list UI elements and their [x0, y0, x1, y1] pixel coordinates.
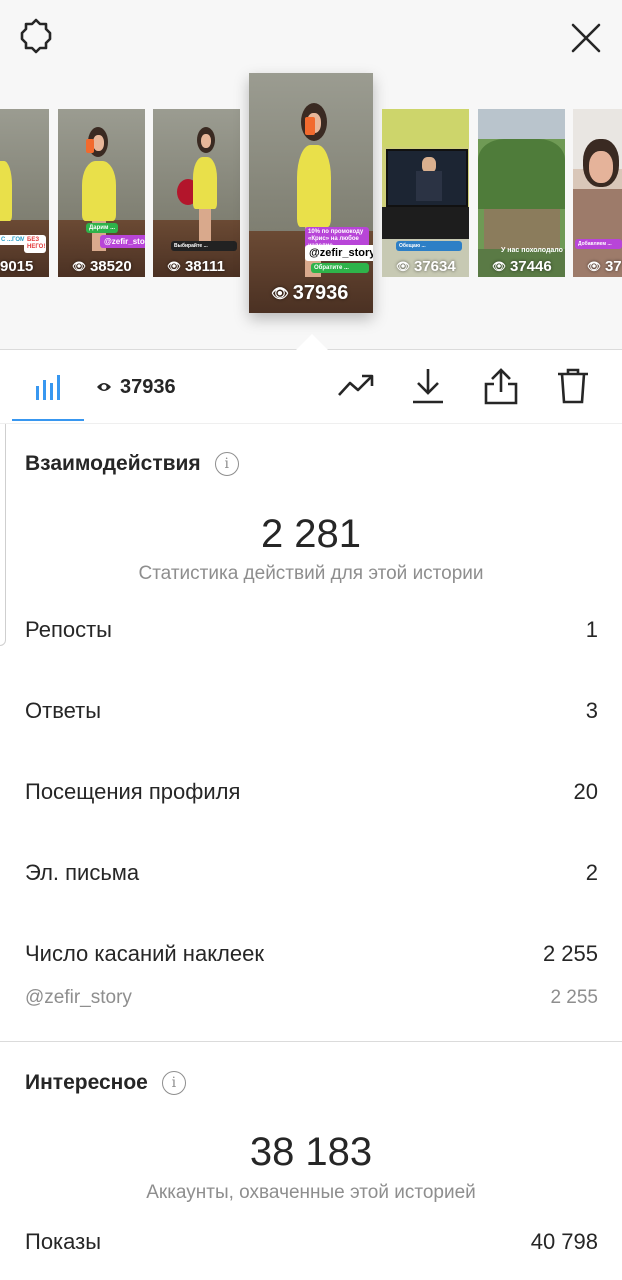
interactions-header: Взаимодействия i	[25, 452, 239, 476]
story-views: 👁 37	[573, 258, 622, 275]
discovery-total: 38 183	[249, 1130, 373, 1174]
eye-icon: 👁	[72, 261, 86, 273]
eye-icon: 👁	[167, 261, 181, 273]
share-button[interactable]	[481, 366, 521, 406]
stat-row-sticker-taps: Число касаний наклеек 2 255	[25, 941, 598, 967]
stat-value: 2	[585, 860, 598, 885]
story-preview-image: 10% по промокоду «Крис» на любое изделие…	[249, 73, 373, 313]
eye-icon: 👁	[396, 261, 410, 273]
section-title: Интересное	[25, 1071, 148, 1094]
stat-label: Число касаний наклеек	[25, 941, 264, 966]
views-count: 37	[604, 258, 622, 275]
story-thumbnail[interactable]: Добавляем ... 👁 37	[573, 109, 622, 277]
stat-label: Показы	[25, 1229, 102, 1254]
stat-subrow-mention: @zefir_story 2 255	[25, 987, 598, 1009]
stat-value: 1	[585, 617, 598, 642]
story-thumbnail[interactable]: С ...ГОМ БЕЗ НЕГО! 9015	[0, 109, 49, 277]
stat-label: Ответы	[25, 698, 102, 723]
download-icon	[413, 369, 443, 404]
stat-value: 20	[573, 779, 598, 804]
mention-sticker: @zefir_story	[100, 235, 145, 248]
story-views: 👁 38520	[58, 258, 145, 275]
stat-row-emails: Эл. письма 2	[25, 860, 598, 886]
views-count: 9015	[0, 258, 34, 275]
story-views: 👁 37446	[478, 258, 565, 275]
story-toolbar: 37936	[0, 350, 622, 424]
story-preview-image: Выбирайте ...	[153, 109, 240, 277]
active-tab-indicator	[12, 419, 84, 421]
story-preview-image: С ...ГОМ БЕЗ НЕГО!	[0, 109, 49, 277]
story-preview-image: У нас похолодало	[478, 109, 565, 277]
story-views: 👁 38111	[153, 258, 240, 275]
close-button[interactable]	[566, 18, 606, 58]
stat-row-profile-visits: Посещения профиля 20	[25, 779, 598, 805]
download-button[interactable]	[408, 366, 448, 406]
views-count: 37446	[509, 258, 552, 275]
story-preview-image: Добавляем ...	[573, 109, 622, 277]
sticker-label: У нас похолодало	[501, 247, 563, 254]
share-icon	[484, 368, 518, 405]
tab-viewers[interactable]: 37936	[96, 350, 176, 424]
views-count: 38111	[184, 258, 226, 275]
stat-label: Посещения профиля	[25, 779, 241, 804]
gear-icon	[20, 18, 52, 54]
story-thumbnail-selected[interactable]: 10% по промокоду «Крис» на любое изделие…	[249, 73, 373, 313]
story-thumbnail[interactable]: Дарим ... @zefir_story 👁 38520	[58, 109, 145, 277]
story-thumbnail[interactable]: У нас похолодало 👁 37446	[478, 109, 565, 277]
stat-label: @zefir_story	[25, 987, 132, 1008]
sticker-label: БЕЗ НЕГО!	[24, 235, 46, 253]
interactions-total: 2 281	[260, 512, 362, 556]
story-preview-image: Обещаю ...	[382, 109, 469, 277]
eye-icon: 👁	[271, 285, 289, 301]
story-thumbnail[interactable]: Обещаю ... 👁 37634	[382, 109, 469, 277]
story-views: 👁 37634	[382, 258, 469, 275]
stat-row-impressions: Показы 40 798	[25, 1229, 598, 1255]
story-thumbnail[interactable]: Выбирайте ... 👁 38111	[153, 109, 240, 277]
settings-button[interactable]	[16, 16, 56, 56]
info-icon[interactable]: i	[161, 1071, 186, 1095]
discovery-caption: Аккаунты, охваченные этой историей	[146, 1182, 476, 1203]
story-views: 👁 37936	[249, 282, 373, 305]
trend-icon	[338, 374, 374, 396]
stat-row-reposts: Репосты 1	[25, 617, 598, 643]
stat-label: Эл. письма	[25, 860, 140, 885]
views-count: 38520	[89, 258, 132, 275]
stat-value: 40 798	[530, 1229, 598, 1254]
stat-row-replies: Ответы 3	[25, 698, 598, 724]
mention-sticker: @zefir_story	[305, 245, 373, 261]
tab-insights[interactable]	[12, 350, 84, 424]
stat-value: 3	[585, 698, 598, 723]
eye-icon	[97, 383, 111, 391]
trash-icon	[558, 368, 588, 404]
delete-button[interactable]	[553, 366, 593, 406]
story-preview-image: Дарим ... @zefir_story	[58, 109, 145, 277]
story-views: 9015	[0, 258, 49, 275]
section-divider	[0, 1041, 622, 1042]
views-count: 37634	[413, 258, 456, 275]
section-title: Взаимодействия	[25, 452, 201, 475]
eye-icon: 👁	[587, 261, 601, 273]
stat-value: 2 255	[550, 987, 598, 1008]
views-count: 37936	[120, 375, 176, 398]
selection-pointer	[296, 334, 328, 350]
views-count: 37936	[292, 282, 349, 304]
stat-value: 2 255	[542, 941, 598, 966]
promote-button[interactable]	[336, 366, 376, 406]
close-icon	[571, 23, 601, 53]
story-strip: С ...ГОМ БЕЗ НЕГО! 9015 Дарим ... @zefir…	[0, 0, 622, 350]
eye-icon: 👁	[492, 261, 506, 273]
info-icon[interactable]: i	[214, 452, 239, 476]
interactions-caption: Статистика действий для этой истории	[138, 563, 484, 584]
discovery-header: Интересное i	[25, 1071, 186, 1095]
bar-chart-icon	[36, 375, 60, 400]
stat-label: Репосты	[25, 617, 112, 642]
